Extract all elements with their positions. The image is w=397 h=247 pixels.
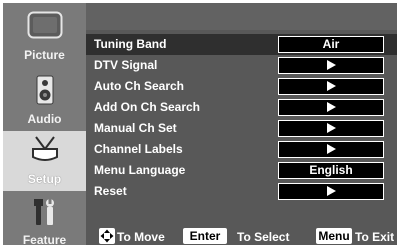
antenna-icon: [32, 136, 58, 161]
picture-icon: [27, 11, 63, 39]
dtv-signal-enter-button[interactable]: [278, 57, 384, 74]
channel-labels-enter-button[interactable]: [278, 141, 384, 158]
help-bar: To Move Enter To Select Menu To Exit: [86, 227, 397, 245]
play-arrow-icon: [326, 101, 336, 112]
menu-row-auto-ch-search[interactable]: Auto Ch Search: [86, 76, 397, 97]
sidebar-item-setup[interactable]: Setup: [3, 131, 86, 191]
menu-row-dtv-signal[interactable]: DTV Signal: [86, 55, 397, 76]
enter-key-badge: Enter: [183, 228, 227, 244]
menu-header-band: [86, 3, 397, 30]
row-label: Add On Ch Search: [94, 100, 201, 114]
exit-hint: To Exit: [355, 230, 395, 244]
menu-row-manual-ch-set[interactable]: Manual Ch Set: [86, 118, 397, 139]
tv-menu-screen: Picture Audio Setup Feature Tuning Band …: [0, 0, 397, 247]
menu-sidebar: Picture Audio Setup Feature: [3, 3, 86, 247]
select-hint: To Select: [237, 230, 290, 244]
speaker-icon: [36, 75, 54, 105]
auto-ch-search-enter-button[interactable]: [278, 78, 384, 95]
row-label: Reset: [94, 184, 127, 198]
row-label: Auto Ch Search: [94, 79, 185, 93]
play-arrow-icon: [326, 143, 336, 154]
sidebar-item-audio[interactable]: Audio: [3, 71, 86, 131]
row-label: Manual Ch Set: [94, 121, 177, 135]
reset-enter-button[interactable]: [278, 183, 384, 200]
tools-icon: [34, 199, 54, 225]
sidebar-item-feature[interactable]: Feature: [3, 193, 86, 247]
row-label: Channel Labels: [94, 142, 183, 156]
manual-ch-set-enter-button[interactable]: [278, 120, 384, 137]
menu-row-channel-labels[interactable]: Channel Labels: [86, 139, 397, 160]
move-hint: To Move: [117, 230, 165, 244]
row-label: Tuning Band: [94, 37, 167, 51]
menu-key-badge: Menu: [316, 228, 352, 244]
play-arrow-icon: [326, 80, 336, 91]
dpad-icon: [99, 228, 115, 244]
menu-row-menu-language[interactable]: Menu Language English: [86, 160, 397, 181]
play-arrow-icon: [326, 122, 336, 133]
sidebar-item-label: Setup: [27, 172, 62, 186]
sidebar-item-label: Audio: [27, 112, 62, 126]
sidebar-item-picture[interactable]: Picture: [3, 3, 86, 68]
menu-row-add-on-ch-search[interactable]: Add On Ch Search: [86, 97, 397, 118]
row-label: Menu Language: [94, 163, 186, 177]
tuning-band-value[interactable]: Air: [278, 36, 384, 53]
menu-row-reset[interactable]: Reset: [86, 181, 397, 202]
add-on-ch-search-enter-button[interactable]: [278, 99, 384, 116]
setup-menu-panel: Tuning Band Air DTV Signal Auto Ch Searc…: [86, 3, 397, 245]
play-arrow-icon: [326, 59, 336, 70]
menu-row-tuning-band[interactable]: Tuning Band Air: [86, 34, 397, 55]
play-arrow-icon: [326, 185, 336, 196]
sidebar-item-label: Picture: [24, 48, 65, 62]
row-label: DTV Signal: [94, 58, 158, 72]
menu-language-value[interactable]: English: [278, 162, 384, 179]
